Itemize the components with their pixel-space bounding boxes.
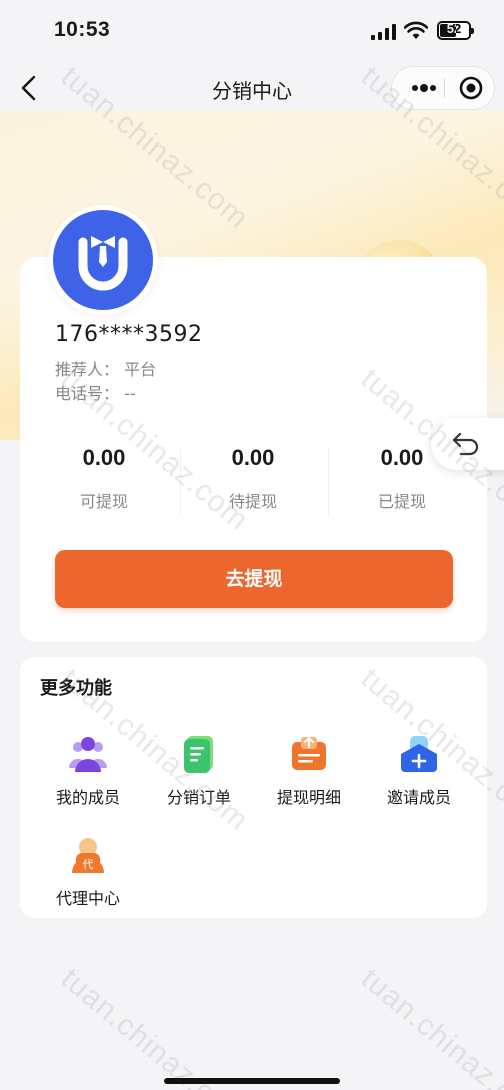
referrer-row: 推荐人： 平台 <box>55 356 156 380</box>
close-target-icon[interactable] <box>450 67 492 109</box>
func-invite-members[interactable]: 邀请成员 <box>364 734 474 808</box>
status-bar: 10:53 52 <box>0 0 504 60</box>
watermark: tuan.chinaz.com <box>354 962 504 1090</box>
avatar[interactable] <box>48 205 158 315</box>
stat-value: 0.00 <box>82 445 126 470</box>
watermark: tuan.chinaz.com <box>54 962 255 1090</box>
brand-logo-icon <box>78 236 128 291</box>
more-functions-card: 更多功能 我的成员 分销订单 提现明细 邀请成员 代 代理中心 <box>20 657 487 918</box>
cellular-signal-icon <box>371 24 397 40</box>
func-withdraw-details[interactable]: 提现明细 <box>254 734 364 808</box>
invite-icon <box>399 734 439 774</box>
section-title: 更多功能 <box>40 678 112 699</box>
nav-bar: 分销中心 <box>0 60 504 116</box>
func-label: 提现明细 <box>276 788 341 807</box>
home-indicator[interactable] <box>164 1078 340 1084</box>
referrer-value: 平台 <box>124 360 157 379</box>
func-label: 我的成员 <box>55 788 120 807</box>
members-icon <box>68 734 108 774</box>
status-time: 10:53 <box>54 18 111 41</box>
referrer-label: 推荐人： <box>55 360 120 379</box>
withdraw-button[interactable]: 去提现 <box>55 550 453 608</box>
func-label: 分销订单 <box>166 788 231 807</box>
stat-label: 可提现 <box>79 492 128 511</box>
stat-label: 待提现 <box>228 492 277 511</box>
svg-text:代: 代 <box>83 858 94 871</box>
stat-available[interactable]: 0.00 可提现 <box>29 445 179 512</box>
tel-row: 电话号： -- <box>55 380 136 404</box>
return-arrow-icon <box>452 432 479 456</box>
user-phone: 176****3592 <box>55 322 203 347</box>
stat-pending[interactable]: 0.00 待提现 <box>178 445 328 512</box>
stat-value: 0.00 <box>231 445 275 470</box>
capsule-divider <box>444 78 445 98</box>
func-agent-center[interactable]: 代 代理中心 <box>33 835 143 909</box>
more-dots-icon[interactable] <box>402 67 444 109</box>
withdraw-detail-icon <box>289 734 329 774</box>
func-my-members[interactable]: 我的成员 <box>33 734 143 808</box>
stat-label: 已提现 <box>377 492 426 511</box>
battery-level: 52 <box>446 21 462 36</box>
func-distribution-orders[interactable]: 分销订单 <box>144 734 254 808</box>
wifi-icon <box>404 21 428 39</box>
func-label: 邀请成员 <box>386 788 451 807</box>
battery-icon: 52 <box>437 21 474 40</box>
agent-icon: 代 <box>68 835 108 875</box>
mini-program-capsule <box>391 66 495 110</box>
order-icon <box>179 734 219 774</box>
floating-return-button[interactable] <box>431 418 504 470</box>
func-label: 代理中心 <box>55 889 120 908</box>
tel-label: 电话号： <box>55 384 120 403</box>
tel-value: -- <box>124 384 136 403</box>
